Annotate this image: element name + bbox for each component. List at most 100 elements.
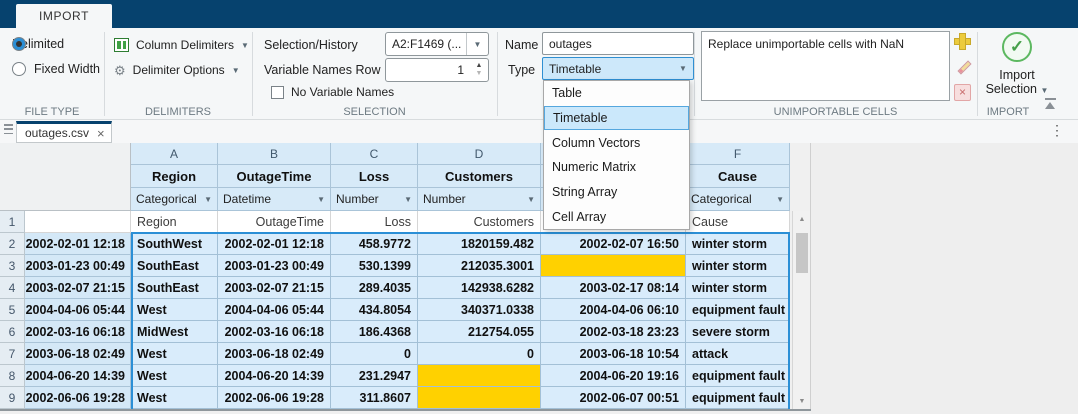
row-header-9[interactable]: 9 (0, 387, 25, 409)
cell-3-B[interactable]: 2003-01-23 00:49 (218, 255, 331, 277)
column-delimiters-button[interactable]: Column Delimiters ▼ (114, 36, 249, 54)
cell-8-B[interactable]: 2004-06-20 14:39 (218, 365, 331, 387)
cell-1-C[interactable]: Loss (331, 211, 418, 233)
selection-history-combo[interactable]: A2:F1469 (... ▼ (385, 32, 489, 56)
row-time-9[interactable]: 2002-06-06 19:28 (25, 387, 131, 409)
variable-name-Cause[interactable]: Cause (686, 165, 790, 188)
unimportable-cell-9-D[interactable] (418, 387, 541, 409)
cell-2-F[interactable]: winter storm (686, 233, 790, 255)
cell-4-D[interactable]: 142938.6282 (418, 277, 541, 299)
cell-7-A[interactable]: West (131, 343, 218, 365)
cell-9-F[interactable]: equipment fault (686, 387, 790, 409)
cell-7-E[interactable]: 2003-06-18 10:54 (541, 343, 686, 365)
cell-3-F[interactable]: winter storm (686, 255, 790, 277)
tab-import[interactable]: IMPORT (16, 4, 112, 28)
cell-7-F[interactable]: attack (686, 343, 790, 365)
row-time-8[interactable]: 2004-06-20 14:39 (25, 365, 131, 387)
row-header-7[interactable]: 7 (0, 343, 25, 365)
row-header-5[interactable]: 5 (0, 299, 25, 321)
type-combo[interactable]: Timetable ▼ (542, 57, 694, 80)
collapse-ribbon-icon[interactable] (1044, 98, 1058, 110)
cell-6-A[interactable]: MidWest (131, 321, 218, 343)
cell-8-F[interactable]: equipment fault (686, 365, 790, 387)
row-header-1[interactable]: 1 (0, 211, 25, 233)
cell-5-B[interactable]: 2004-04-06 05:44 (218, 299, 331, 321)
vertical-scrollbar[interactable]: ▲ ▼ (792, 211, 810, 409)
cell-8-A[interactable]: West (131, 365, 218, 387)
add-rule-icon[interactable] (954, 33, 971, 50)
row-time-5[interactable]: 2004-04-06 05:44 (25, 299, 131, 321)
variable-names-row-spinner[interactable]: 1 ▲ ▼ (385, 58, 489, 82)
cell-2-A[interactable]: SouthWest (131, 233, 218, 255)
cell-6-F[interactable]: severe storm (686, 321, 790, 343)
variable-name-OutageTime[interactable]: OutageTime (218, 165, 331, 188)
variable-name-Loss[interactable]: Loss (331, 165, 418, 188)
type-option-timetable[interactable]: Timetable (544, 106, 689, 131)
scroll-down-button[interactable]: ▼ (793, 393, 811, 409)
cell-4-C[interactable]: 289.4035 (331, 277, 418, 299)
delimiter-options-button[interactable]: ⚙ Delimiter Options ▼ (114, 61, 240, 79)
cell-9-E[interactable]: 2002-06-07 00:51 (541, 387, 686, 409)
column-type-selector-Cause[interactable]: Categorical▼ (686, 188, 790, 211)
column-type-selector-Customers[interactable]: Number▼ (418, 188, 541, 211)
cell-5-F[interactable]: equipment fault (686, 299, 790, 321)
cell-1-B[interactable]: OutageTime (218, 211, 331, 233)
unimportable-cell-3-E[interactable] (541, 255, 686, 277)
cell-6-B[interactable]: 2002-03-16 06:18 (218, 321, 331, 343)
row-header-8[interactable]: 8 (0, 365, 25, 387)
row-time-4[interactable]: 2003-02-07 21:15 (25, 277, 131, 299)
import-selection-button[interactable]: ✓ Import Selection ▼ (978, 30, 1056, 102)
type-option-cell-array[interactable]: Cell Array (544, 204, 689, 229)
cell-9-B[interactable]: 2002-06-06 19:28 (218, 387, 331, 409)
cell-3-D[interactable]: 212035.3001 (418, 255, 541, 277)
cell-9-C[interactable]: 311.8607 (331, 387, 418, 409)
column-letter-F[interactable]: F (686, 143, 790, 165)
cell-1-A[interactable]: Region (131, 211, 218, 233)
cell-6-C[interactable]: 186.4368 (331, 321, 418, 343)
tab-list-menu-icon[interactable] (4, 124, 13, 134)
radio-delimited[interactable]: Delimited (12, 36, 64, 52)
scroll-up-button[interactable]: ▲ (793, 211, 811, 227)
document-tab-outages-csv[interactable]: outages.csv × (16, 121, 112, 143)
cell-5-D[interactable]: 340371.0338 (418, 299, 541, 321)
cell-7-D[interactable]: 0 (418, 343, 541, 365)
cell-4-A[interactable]: SouthEast (131, 277, 218, 299)
column-type-selector-OutageTime[interactable]: Datetime▼ (218, 188, 331, 211)
cell-2-E[interactable]: 2002-02-07 16:50 (541, 233, 686, 255)
cell-4-F[interactable]: winter storm (686, 277, 790, 299)
row-time-7[interactable]: 2003-06-18 02:49 (25, 343, 131, 365)
cell-6-D[interactable]: 212754.055 (418, 321, 541, 343)
column-type-selector-Loss[interactable]: Number▼ (331, 188, 418, 211)
row-time-3[interactable]: 2003-01-23 00:49 (25, 255, 131, 277)
column-type-selector-Region[interactable]: Categorical▼ (131, 188, 218, 211)
name-input[interactable]: outages (542, 32, 694, 55)
row-header-4[interactable]: 4 (0, 277, 25, 299)
cell-2-C[interactable]: 458.9772 (331, 233, 418, 255)
cell-6-E[interactable]: 2002-03-18 23:23 (541, 321, 686, 343)
unimportable-cell-8-D[interactable] (418, 365, 541, 387)
selection-history-dropdown-button[interactable]: ▼ (466, 33, 488, 55)
type-option-numeric-matrix[interactable]: Numeric Matrix (544, 155, 689, 180)
column-letter-A[interactable]: A (131, 143, 218, 165)
row-header-6[interactable]: 6 (0, 321, 25, 343)
no-variable-names-checkbox[interactable]: No Variable Names (271, 85, 394, 99)
type-option-table[interactable]: Table (544, 81, 689, 106)
row-time-2[interactable]: 2002-02-01 12:18 (25, 233, 131, 255)
cell-2-D[interactable]: 1820159.482 (418, 233, 541, 255)
cell-8-C[interactable]: 231.2947 (331, 365, 418, 387)
cell-3-C[interactable]: 530.1399 (331, 255, 418, 277)
cell-4-B[interactable]: 2003-02-07 21:15 (218, 277, 331, 299)
cell-5-C[interactable]: 434.8054 (331, 299, 418, 321)
scrollbar-thumb[interactable] (796, 233, 808, 273)
cell-5-A[interactable]: West (131, 299, 218, 321)
close-icon[interactable]: × (97, 126, 105, 141)
column-letter-B[interactable]: B (218, 143, 331, 165)
cell-8-E[interactable]: 2004-06-20 19:16 (541, 365, 686, 387)
cell-2-B[interactable]: 2002-02-01 12:18 (218, 233, 331, 255)
tab-overflow-icon[interactable]: ⋮ (1050, 122, 1064, 139)
cell-4-E[interactable]: 2003-02-17 08:14 (541, 277, 686, 299)
delete-rule-icon[interactable]: × (954, 84, 971, 101)
edit-rule-icon[interactable] (952, 55, 976, 79)
cell-7-C[interactable]: 0 (331, 343, 418, 365)
type-option-column-vectors[interactable]: Column Vectors (544, 130, 689, 155)
